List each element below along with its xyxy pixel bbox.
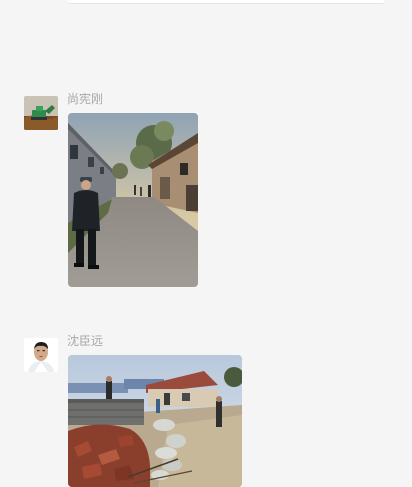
alley-with-man-photo[interactable] [68, 113, 198, 287]
excavator-avatar-icon[interactable] [24, 96, 58, 130]
construction-site-photo[interactable] [68, 355, 242, 487]
sender-name: 沈臣远 [67, 334, 104, 348]
portrait-avatar-icon[interactable] [24, 338, 58, 372]
previous-message-bubble[interactable] [68, 0, 384, 4]
sender-name: 尚宪刚 [67, 92, 104, 106]
